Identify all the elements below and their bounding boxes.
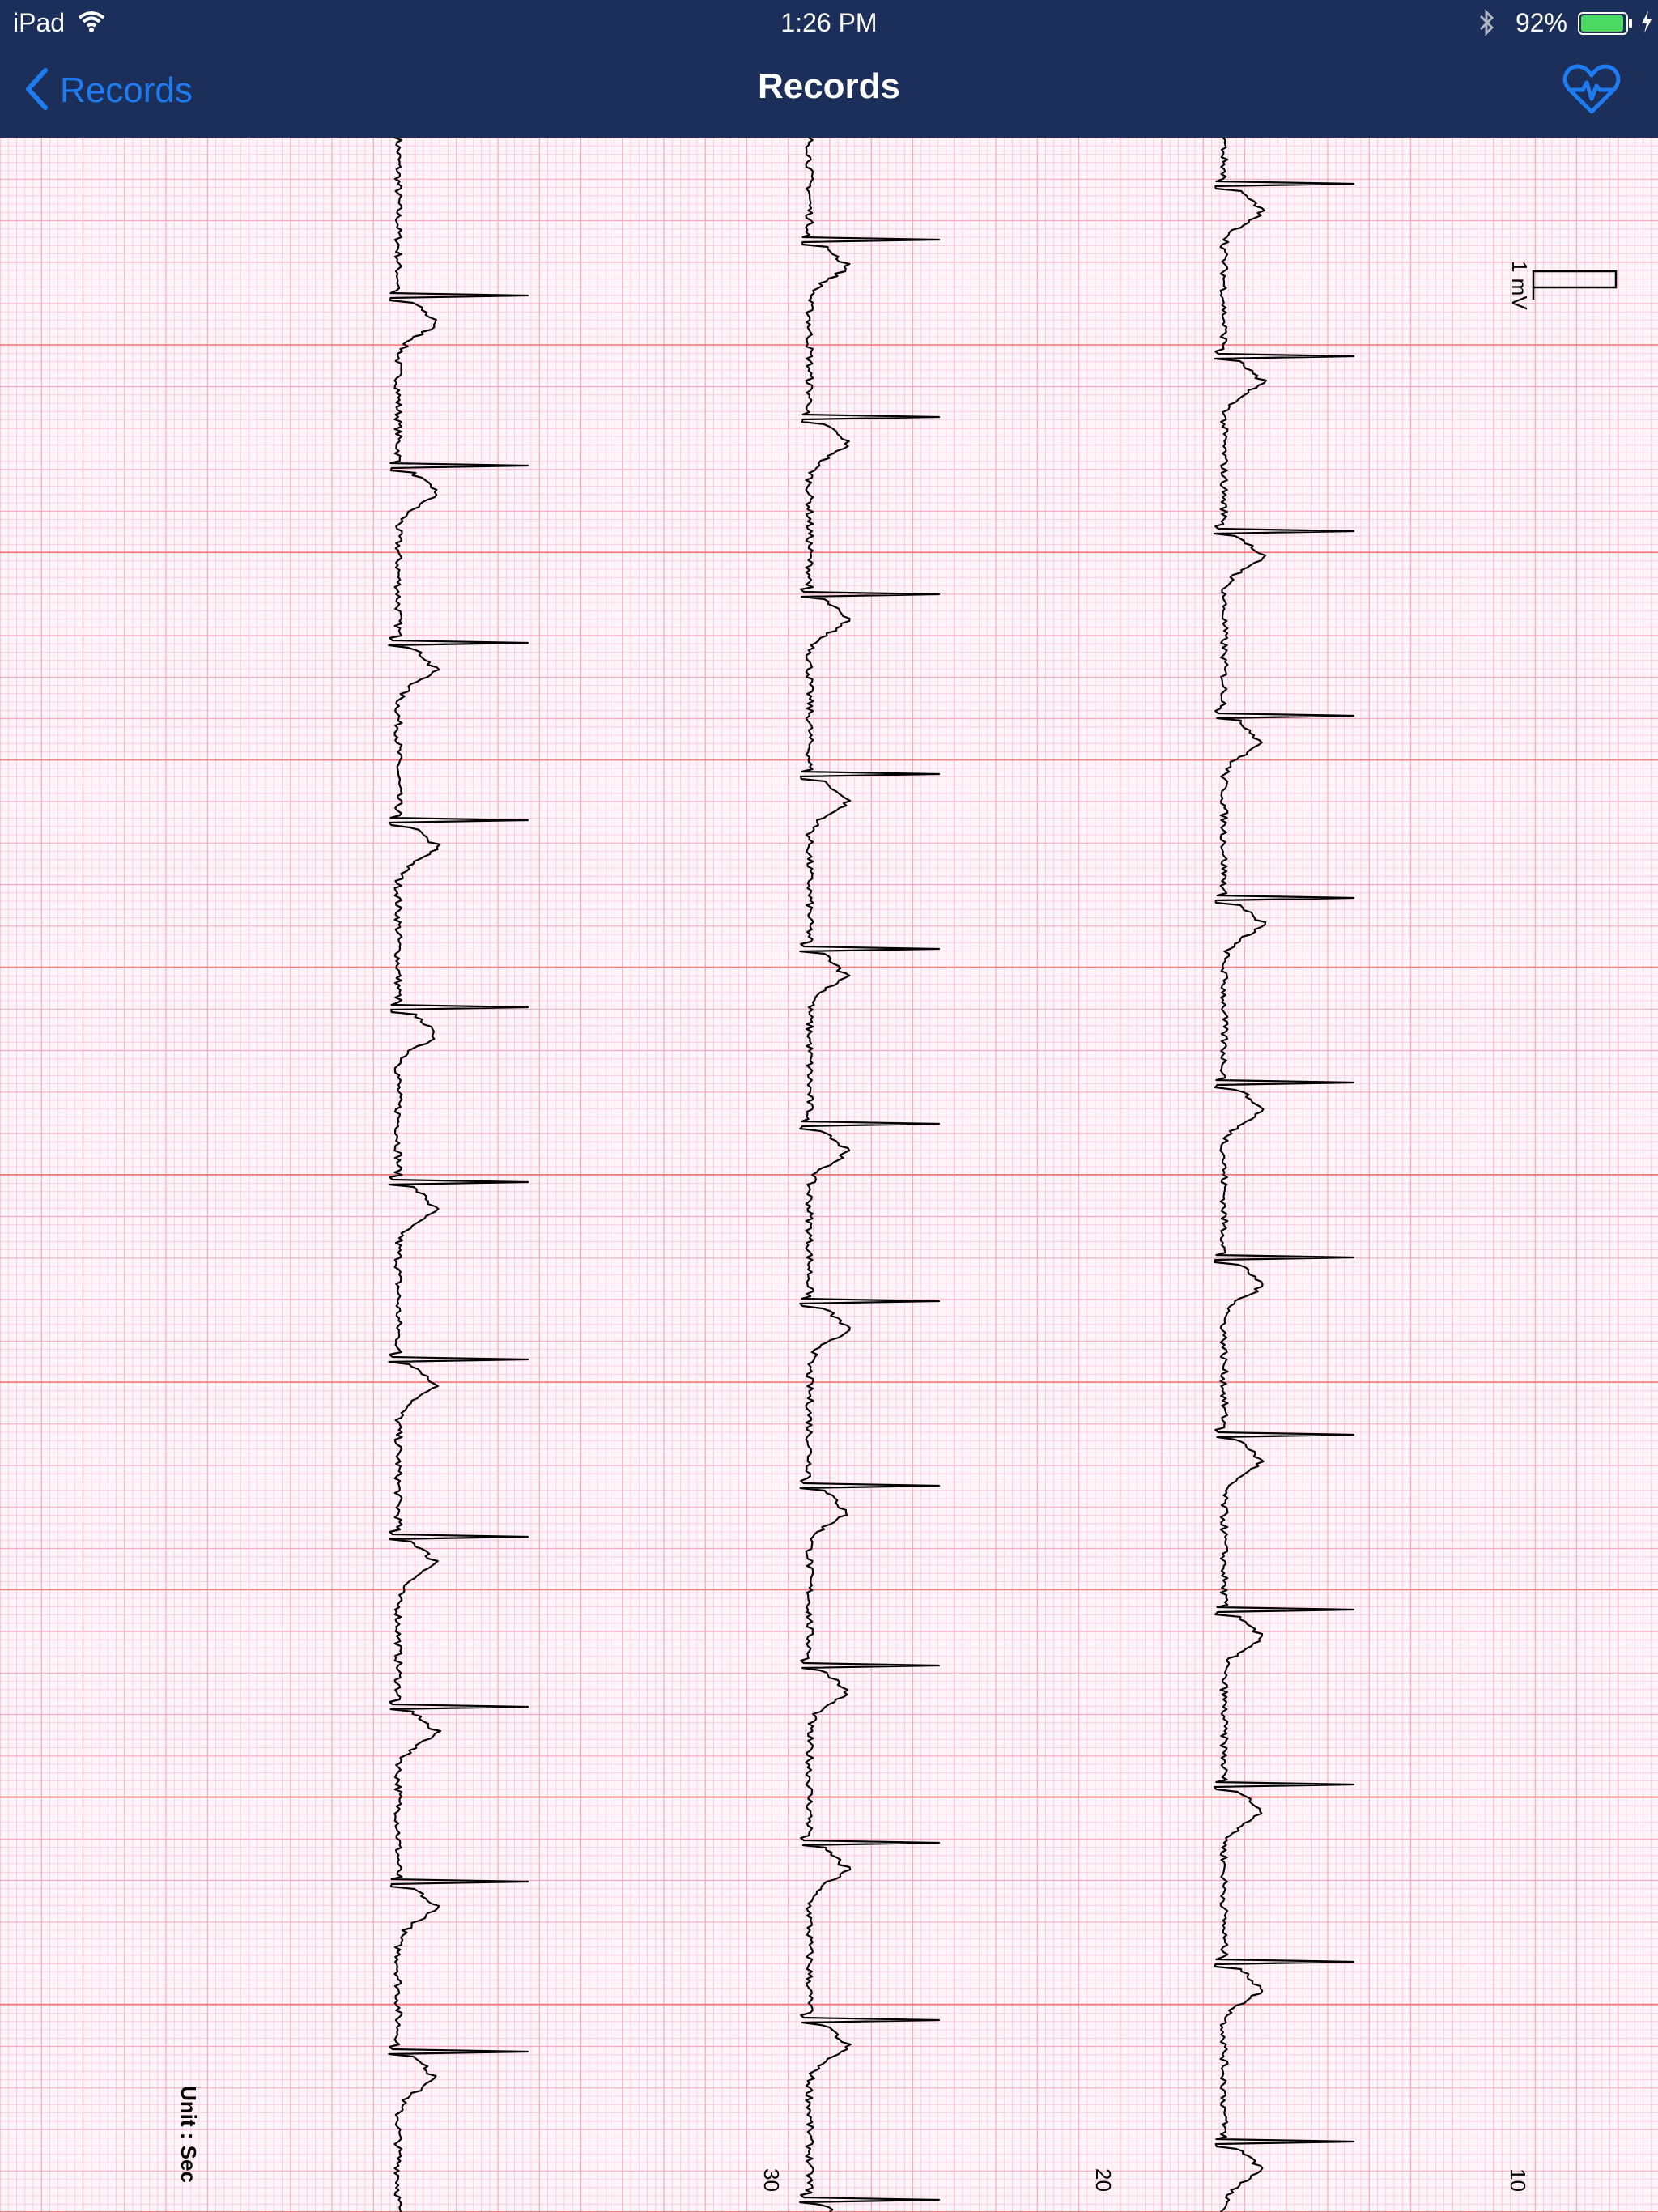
ecg-strip: 1 mV Unit : Sec 30 20 10 bbox=[0, 138, 1658, 2212]
heart-rate-button[interactable] bbox=[1562, 63, 1621, 121]
ecg-grid-and-traces bbox=[0, 138, 1658, 2212]
page-title: Records bbox=[757, 66, 901, 106]
charging-bolt-icon bbox=[1640, 10, 1653, 38]
navigation-bar: Records Records bbox=[0, 45, 1658, 138]
heartbeat-icon bbox=[1562, 64, 1621, 120]
time-mark-10: 10 bbox=[1506, 2168, 1530, 2192]
unit-label: Unit : Sec bbox=[176, 2086, 201, 2183]
calibration-label: 1 mV bbox=[1507, 261, 1532, 310]
bluetooth-icon bbox=[1478, 8, 1496, 41]
time-mark-30: 30 bbox=[759, 2168, 784, 2192]
battery-percent: 92% bbox=[1515, 8, 1567, 37]
time-mark-20: 20 bbox=[1091, 2168, 1116, 2192]
battery-icon bbox=[1577, 11, 1634, 40]
status-bar: iPad 1:26 PM 92% bbox=[0, 0, 1658, 45]
clock: 1:26 PM bbox=[780, 8, 878, 37]
